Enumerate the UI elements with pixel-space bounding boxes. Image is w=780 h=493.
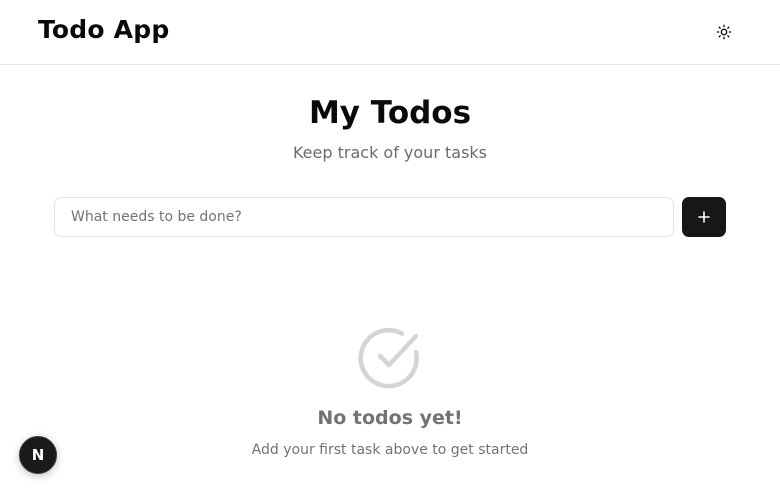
sun-icon [716,24,732,40]
app-title: Todo App [38,15,170,44]
top-bar: Todo App [0,0,780,65]
page-subtitle: Keep track of your tasks [292,143,487,162]
add-todo-button[interactable] [682,197,726,237]
nextjs-logo-icon: N [31,446,45,464]
check-circle-icon [358,327,419,389]
new-todo-input[interactable] [54,197,674,237]
empty-state-icon [358,326,422,390]
nextjs-dev-badge[interactable]: N [19,436,57,474]
empty-state-message: Add your first task above to get started [251,442,529,458]
plus-icon [698,211,710,223]
page-title: My Todos [308,95,472,131]
theme-toggle-button[interactable] [710,18,738,46]
empty-state-title: No todos yet! [317,407,463,429]
